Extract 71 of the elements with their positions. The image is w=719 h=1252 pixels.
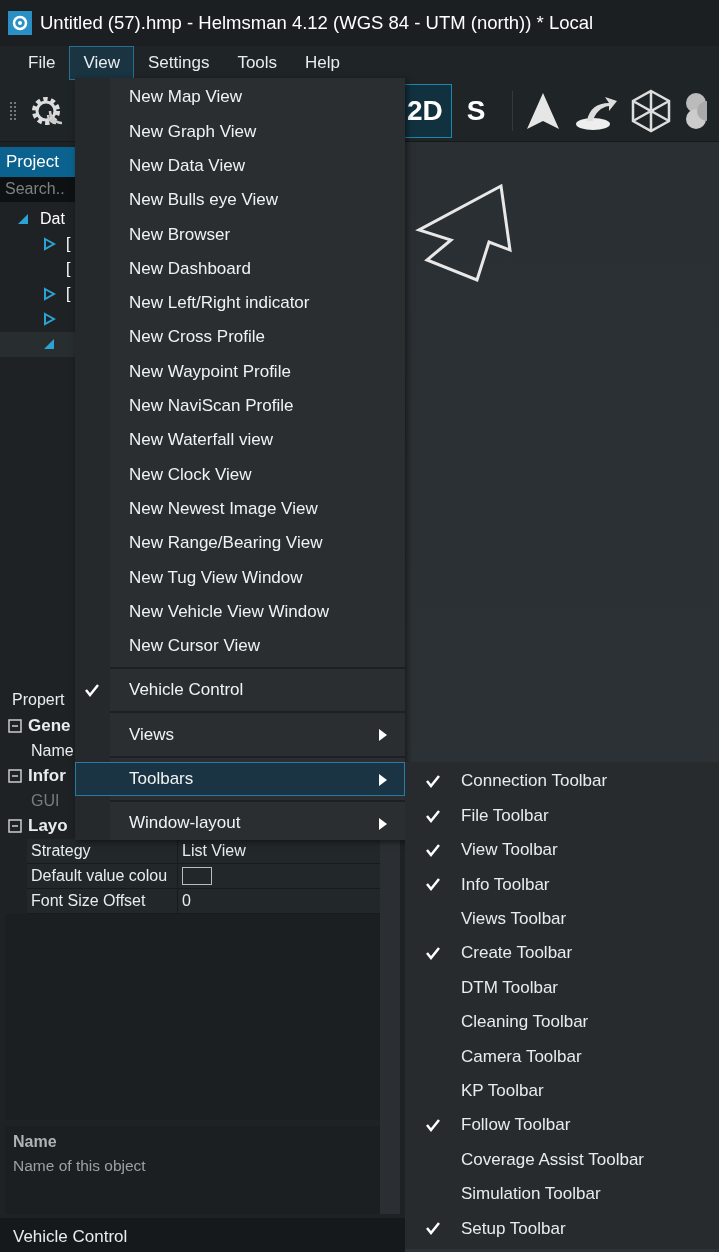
menu-item[interactable]: File Toolbar bbox=[461, 802, 549, 829]
menu-item[interactable]: New Cross Profile bbox=[75, 320, 405, 355]
menu-item[interactable]: Settings bbox=[133, 46, 224, 80]
menu-item[interactable]: KP Toolbar bbox=[461, 1077, 544, 1104]
menu-item[interactable]: New Range/Bearing View bbox=[75, 525, 405, 561]
menu-item[interactable]: New Left/Right indicator bbox=[75, 285, 405, 321]
app-icon bbox=[8, 11, 32, 35]
menu-item[interactable]: View Toolbar bbox=[461, 837, 558, 863]
color-swatch[interactable] bbox=[182, 866, 212, 885]
menu-item[interactable]: Toolbars bbox=[75, 761, 405, 796]
property-name: Default value colou bbox=[30, 865, 169, 886]
menu-item[interactable]: New Waterfall view bbox=[75, 422, 405, 458]
menu-item[interactable]: New Vehicle View Window bbox=[75, 594, 405, 629]
category-label: Infor bbox=[28, 765, 66, 788]
property-name: Strategy bbox=[30, 840, 92, 861]
menu-item[interactable]: New Dashboard bbox=[75, 251, 405, 286]
panel-tab[interactable]: Project bbox=[0, 147, 76, 177]
menu-item[interactable]: Views bbox=[75, 717, 405, 752]
collapsed-icon[interactable] bbox=[42, 237, 56, 251]
menu-item[interactable]: Tools bbox=[223, 46, 292, 80]
collapse-icon[interactable] bbox=[8, 819, 22, 833]
menu-item[interactable]: Vehicle Control bbox=[75, 673, 405, 708]
menu-item[interactable]: New Browser bbox=[75, 217, 405, 252]
collapse-icon[interactable] bbox=[8, 719, 22, 733]
property-name: Font Size Offset bbox=[30, 890, 147, 911]
submenu-arrow-icon bbox=[379, 773, 387, 786]
menu-item[interactable]: New Waypoint Profile bbox=[75, 354, 405, 389]
property-name: Name bbox=[30, 740, 75, 761]
menu-item[interactable]: File bbox=[14, 46, 70, 80]
menu-item[interactable]: Coverage Assist Toolbar bbox=[461, 1146, 644, 1173]
menu-item[interactable]: Help bbox=[291, 46, 355, 80]
expanded-icon[interactable] bbox=[42, 337, 56, 351]
menu-item[interactable]: New NaviScan Profile bbox=[75, 388, 405, 423]
menu-item[interactable]: Info Toolbar bbox=[461, 871, 550, 898]
menu-item[interactable]: New Newest Image View bbox=[75, 491, 405, 526]
tree-item[interactable]: Dat bbox=[40, 207, 65, 231]
collapse-icon[interactable] bbox=[8, 769, 22, 783]
category-label: Gene bbox=[28, 715, 71, 738]
menu-item[interactable]: Setup Toolbar bbox=[461, 1215, 566, 1241]
collapsed-icon[interactable] bbox=[42, 287, 56, 301]
submenu-arrow-icon bbox=[379, 729, 387, 742]
menu-item[interactable]: New Tug View Window bbox=[75, 560, 405, 595]
description-title: Name bbox=[13, 1132, 58, 1152]
expanded-icon[interactable] bbox=[16, 212, 30, 226]
collapsed-icon[interactable] bbox=[42, 312, 56, 326]
menu-item[interactable]: DTM Toolbar bbox=[461, 974, 558, 1001]
menu-item[interactable]: New Clock View bbox=[75, 457, 405, 492]
menu-item[interactable]: New Cursor View bbox=[75, 628, 405, 664]
menu-item[interactable]: Connection Toolbar bbox=[461, 768, 608, 794]
menu-item[interactable]: Window-layout bbox=[75, 805, 405, 841]
tree-item[interactable]: [ bbox=[66, 282, 71, 306]
window-title: Untitled (57).hmp - Helmsman 4.12 (WGS 84 - UTM (north)) * Local bbox=[40, 11, 594, 36]
panel-tab[interactable]: Vehicle Control bbox=[0, 1218, 405, 1252]
menu-item[interactable]: New Data View bbox=[75, 148, 405, 183]
menu-item[interactable]: Follow Toolbar bbox=[461, 1112, 571, 1138]
view-mode-button[interactable]: S bbox=[457, 83, 495, 138]
menu-item[interactable]: Simulation Toolbar bbox=[461, 1181, 601, 1207]
property-name: GUI bbox=[30, 790, 61, 811]
menu-item[interactable]: Views Toolbar bbox=[461, 906, 567, 932]
menu-item[interactable]: Create Toolbar bbox=[461, 940, 573, 966]
menu-item[interactable]: Cleaning Toolbar bbox=[461, 1009, 589, 1035]
panel-title: Propert bbox=[12, 689, 65, 710]
tree-item[interactable]: [ bbox=[66, 232, 71, 256]
menu-item[interactable]: New Bulls eye View bbox=[75, 182, 405, 218]
submenu-arrow-icon bbox=[379, 817, 387, 830]
description-text: Name of this object bbox=[13, 1156, 147, 1176]
grip-icon bbox=[10, 101, 16, 120]
menu-item[interactable]: View bbox=[69, 46, 134, 80]
category-label: Layo bbox=[28, 815, 68, 838]
tree-item[interactable]: [ bbox=[66, 257, 71, 281]
menu-item[interactable]: Camera Toolbar bbox=[461, 1043, 582, 1070]
